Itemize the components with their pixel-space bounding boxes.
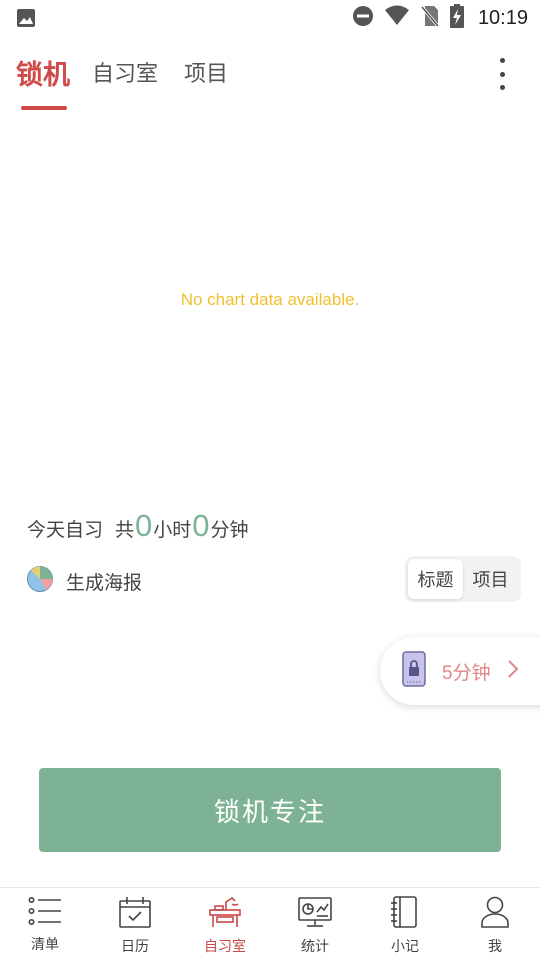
quick-lock-label: 5分钟 <box>442 662 491 684</box>
summary-minutes: 0 <box>192 508 210 543</box>
do-not-disturb-icon <box>352 5 374 31</box>
generate-poster-button[interactable]: 生成海报 <box>26 565 142 597</box>
summary-hours: 0 <box>135 508 153 543</box>
status-time: 10:19 <box>477 6 528 29</box>
nav-label-study-room: 自习室 <box>204 939 246 955</box>
phone-lock-icon <box>402 651 426 691</box>
nav-label-stats: 统计 <box>301 939 329 955</box>
generate-poster-label: 生成海报 <box>66 571 143 594</box>
nav-label-notes: 小记 <box>391 939 419 955</box>
bottom-nav: 清单 日历 自习室 统计 小记 我 <box>0 887 540 960</box>
quick-lock-5min-button[interactable]: 5分钟 <box>380 637 540 705</box>
notebook-icon <box>388 896 422 932</box>
tab-projects[interactable]: 项目 <box>184 56 228 88</box>
nav-label-list: 清单 <box>31 937 59 953</box>
tab-active-indicator <box>21 106 67 110</box>
more-options-icon[interactable] <box>490 58 514 90</box>
chevron-right-icon <box>507 659 519 683</box>
tab-study-room[interactable]: 自习室 <box>92 56 158 88</box>
user-icon <box>478 896 512 932</box>
segment-project[interactable]: 项目 <box>463 559 518 599</box>
pie-chart-icon <box>26 565 54 597</box>
nav-item-study-room[interactable]: 自习室 <box>180 888 270 960</box>
battery-charging-icon <box>449 4 464 32</box>
nav-item-list[interactable]: 清单 <box>0 888 90 960</box>
summary-hours-unit: 小时 <box>153 519 192 541</box>
today-summary: 今天自习 共 0 小时 0 分钟 <box>27 508 249 544</box>
label-mode-toggle: 标题 项目 <box>405 556 521 602</box>
status-bar: 10:19 <box>0 0 540 36</box>
nav-label-calendar: 日历 <box>121 939 149 955</box>
top-tabs: 锁机 自习室 项目 <box>0 44 540 114</box>
lock-focus-button[interactable]: 锁机专注 <box>39 768 501 852</box>
no-sim-icon <box>420 4 440 32</box>
nav-label-me: 我 <box>488 939 502 955</box>
wifi-icon <box>384 5 410 31</box>
tab-lock[interactable]: 锁机 <box>16 53 70 92</box>
image-icon <box>16 8 36 32</box>
nav-item-me[interactable]: 我 <box>450 888 540 960</box>
summary-prefix: 今天自习 <box>27 519 104 541</box>
nav-item-notes[interactable]: 小记 <box>360 888 450 960</box>
nav-item-stats[interactable]: 统计 <box>270 888 360 960</box>
desk-icon <box>208 896 242 932</box>
nav-item-calendar[interactable]: 日历 <box>90 888 180 960</box>
summary-minutes-unit: 分钟 <box>210 519 249 541</box>
list-icon <box>28 896 62 930</box>
summary-total-label: 共 <box>115 519 135 541</box>
segment-title[interactable]: 标题 <box>408 559 463 599</box>
calendar-icon <box>118 896 152 932</box>
chart-empty-message: No chart data available. <box>180 290 360 309</box>
stats-monitor-icon <box>298 896 332 932</box>
